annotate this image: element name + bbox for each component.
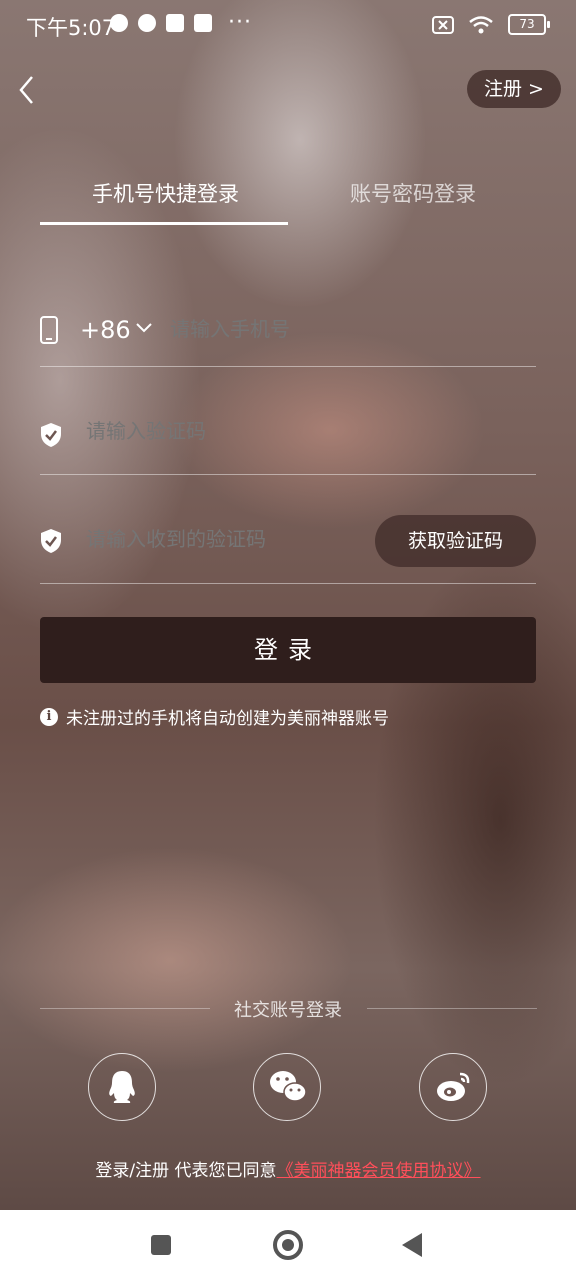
captcha-input[interactable] <box>84 420 388 445</box>
more-notifications-icon: ··· <box>228 10 252 35</box>
status-right-icons: 73 <box>432 14 550 35</box>
square-icon <box>194 14 212 32</box>
weibo-login-button[interactable] <box>419 1053 487 1121</box>
tab-phone-login[interactable]: 手机号快捷登录 <box>92 178 239 208</box>
login-button[interactable]: 登录 <box>40 617 536 683</box>
weibo-icon <box>437 1072 470 1101</box>
shield-check-icon <box>41 529 61 553</box>
system-back-button[interactable] <box>402 1233 422 1257</box>
sms-code-row: 获取验证码 <box>40 515 536 584</box>
get-code-button[interactable]: 获取验证码 <box>375 515 536 567</box>
battery-icon: 73 <box>508 14 550 35</box>
qq-login-button[interactable] <box>88 1053 156 1121</box>
agreement-prefix: 登录/注册 代表您已同意 <box>95 1161 277 1181</box>
back-button[interactable] <box>14 72 44 108</box>
login-tabs: 手机号快捷登录 账号密码登录 <box>40 170 536 226</box>
wechat-login-button[interactable] <box>253 1053 321 1121</box>
phone-icon <box>40 316 58 344</box>
shield-check-icon <box>41 423 61 447</box>
mute-icon <box>110 14 128 32</box>
agreement-text: 登录/注册 代表您已同意《美丽神器会员使用协议》 <box>0 1156 576 1181</box>
recent-apps-button[interactable] <box>151 1235 171 1255</box>
chevron-down-icon[interactable] <box>134 318 154 338</box>
wechat-icon <box>270 1071 307 1102</box>
country-code-select[interactable]: +86 <box>80 316 131 344</box>
active-tab-indicator <box>40 222 288 225</box>
agreement-link[interactable]: 《美丽神器会员使用协议》 <box>277 1161 481 1181</box>
notice-text: 未注册过的手机将自动创建为美丽神器账号 <box>66 709 389 729</box>
social-login-title: 社交账号登录 <box>234 1000 342 1021</box>
status-time: 下午5:07 <box>26 16 116 40</box>
captcha-row <box>40 410 536 475</box>
system-nav-bar <box>0 1210 576 1280</box>
home-button[interactable] <box>273 1230 303 1260</box>
wifi-icon <box>469 15 493 33</box>
no-sim-icon <box>432 15 454 34</box>
register-button[interactable]: 注册 > <box>467 70 561 108</box>
qq-icon <box>109 1071 135 1103</box>
app-icon <box>166 14 184 32</box>
info-icon: i <box>40 707 58 726</box>
sms-code-input[interactable] <box>84 528 348 553</box>
check-icon <box>138 14 156 32</box>
auto-register-notice: i 未注册过的手机将自动创建为美丽神器账号 <box>40 704 389 729</box>
status-bar: 下午5:07 ··· 73 <box>0 0 576 52</box>
tab-account-login[interactable]: 账号密码登录 <box>350 178 476 208</box>
phone-row: +86 <box>40 300 536 367</box>
status-notification-icons <box>110 14 212 32</box>
chevron-left-icon <box>19 76 33 104</box>
phone-input[interactable] <box>168 318 472 343</box>
divider <box>367 1008 537 1009</box>
